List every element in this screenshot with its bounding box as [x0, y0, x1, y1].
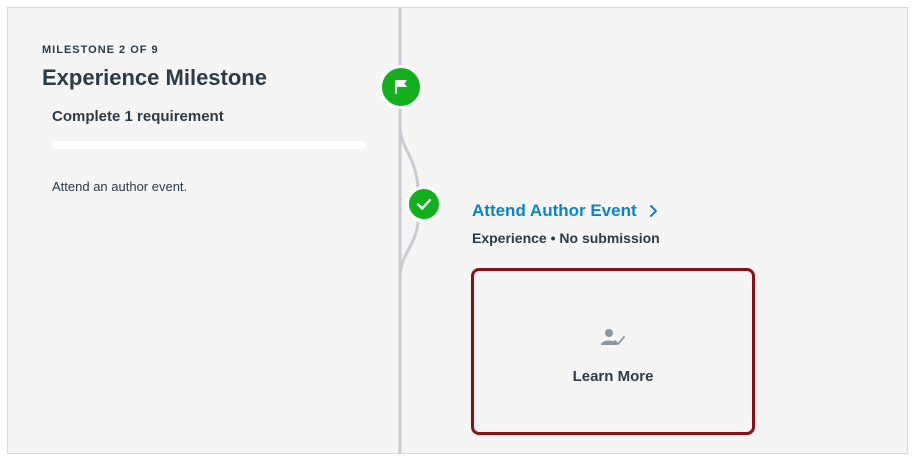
requirement-node	[406, 186, 442, 222]
milestone-title: Experience Milestone	[42, 65, 267, 90]
requirement-meta: Experience • No submission	[472, 230, 660, 246]
person-check-icon	[601, 329, 625, 345]
chevron-right-icon	[649, 205, 657, 217]
milestone-node	[379, 65, 423, 109]
milestone-description: Attend an author event.	[52, 179, 188, 194]
milestone-details: MILESTONE 2 OF 9 Experience Milestone Co…	[8, 8, 398, 453]
learn-more-label: Learn More	[572, 368, 654, 385]
learn-more-button[interactable]: Learn More	[471, 268, 755, 435]
requirement-summary: Complete 1 requirement	[52, 108, 224, 125]
milestone-progress-bar	[52, 141, 366, 149]
checkmark-icon	[416, 198, 432, 210]
milestone-panel: MILESTONE 2 OF 9 Experience Milestone Co…	[8, 8, 907, 453]
pathway-branch-out	[398, 125, 420, 189]
requirement-title: Attend Author Event	[472, 201, 637, 220]
flag-icon	[395, 80, 407, 94]
pathway-branch-in	[398, 221, 420, 279]
requirement-link[interactable]: Attend Author Event	[472, 201, 659, 221]
milestone-counter: MILESTONE 2 OF 9	[42, 44, 159, 56]
